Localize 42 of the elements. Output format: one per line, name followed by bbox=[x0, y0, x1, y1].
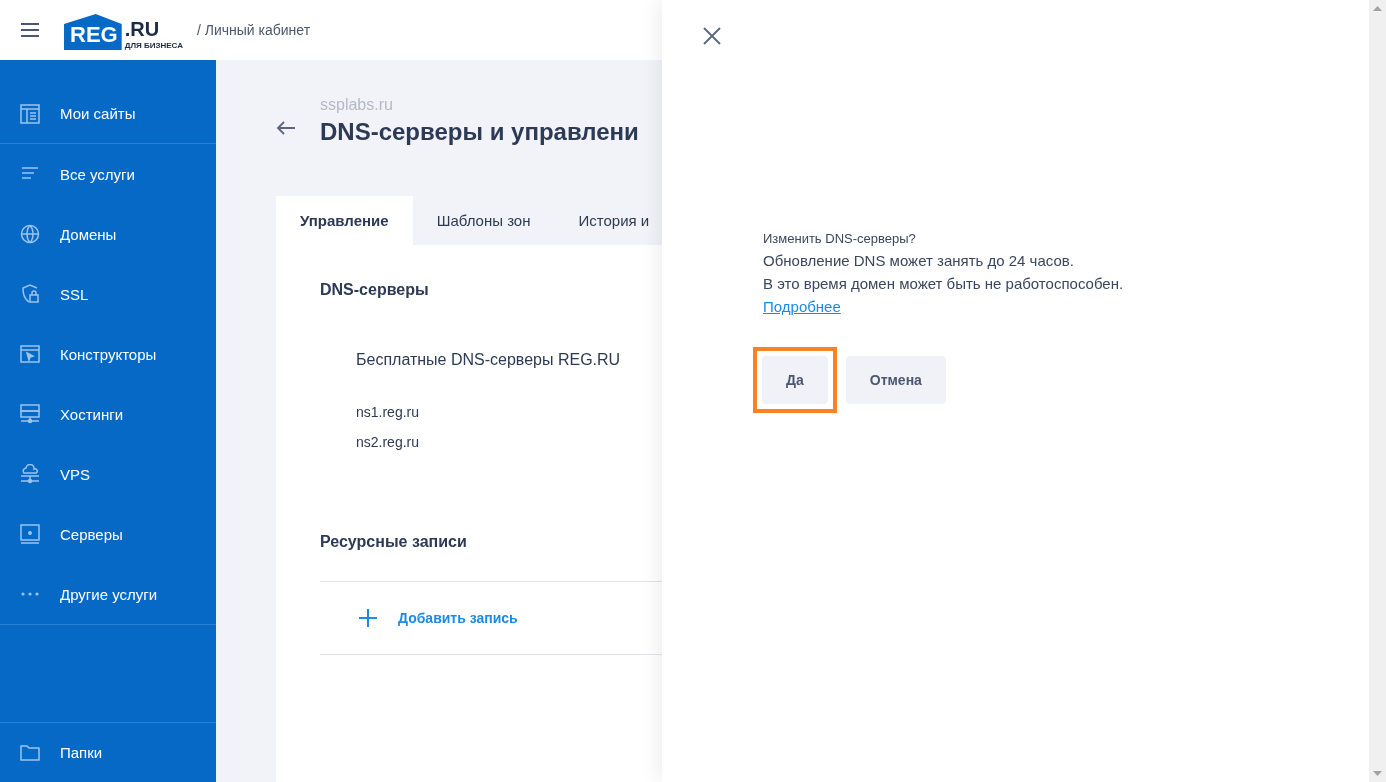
section-heading: Ресурсные записи bbox=[320, 533, 468, 551]
folder-icon bbox=[20, 742, 40, 763]
shield-lock-icon bbox=[20, 284, 40, 304]
more-link[interactable]: Подробнее bbox=[763, 298, 841, 315]
cancel-button[interactable]: Отмена bbox=[845, 356, 946, 404]
section-heading: DNS-серверы bbox=[320, 281, 430, 299]
layout-icon bbox=[20, 103, 40, 124]
close-button[interactable] bbox=[702, 26, 722, 46]
scroll-up-icon[interactable] bbox=[1373, 6, 1382, 11]
globe-icon bbox=[20, 224, 40, 244]
confirm-button[interactable]: Да bbox=[762, 356, 828, 404]
domain-name: ssplabs.ru bbox=[320, 96, 394, 114]
nav-item[interactable]: Конструкторы bbox=[0, 324, 216, 384]
nameserver: ns1.reg.ru bbox=[356, 403, 421, 422]
tab[interactable]: Управление bbox=[276, 196, 413, 245]
window-cursor-icon bbox=[20, 344, 40, 364]
menu-icon[interactable] bbox=[20, 22, 40, 38]
dialog-question: Изменить DNS-серверы? bbox=[763, 231, 917, 246]
monitor-icon bbox=[20, 524, 40, 544]
tab[interactable]: Шаблоны зон bbox=[412, 196, 555, 245]
cloud-server-icon bbox=[20, 464, 40, 484]
scrollbar[interactable] bbox=[1369, 0, 1386, 782]
nav-item[interactable]: Домены bbox=[0, 204, 216, 264]
nav-item[interactable]: Хостинги bbox=[0, 384, 216, 444]
server-stack-icon bbox=[20, 404, 40, 424]
nav-item[interactable]: Серверы bbox=[0, 504, 216, 564]
nameserver: ns2.reg.ru bbox=[356, 433, 421, 452]
dots-icon bbox=[20, 592, 40, 596]
dns-provider: Бесплатные DNS-серверы REG.RU bbox=[356, 351, 622, 369]
plus-icon[interactable] bbox=[358, 608, 378, 628]
scroll-down-icon[interactable] bbox=[1373, 771, 1382, 776]
breadcrumb: / Личный кабинет bbox=[196, 22, 311, 38]
page-title: DNS-серверы и управлени bbox=[320, 118, 639, 146]
nav-item[interactable]: SSL bbox=[0, 264, 216, 324]
nav-item[interactable]: VPS bbox=[0, 444, 216, 504]
dialog-text: Обновление DNS может занять до 24 часов. bbox=[763, 252, 1075, 269]
dialog-text: В это время домен может быть не работоспособен. bbox=[763, 275, 1125, 292]
tab[interactable]: История и bbox=[554, 196, 662, 245]
back-arrow-icon[interactable] bbox=[276, 120, 296, 136]
nav-item[interactable]: Другие услуги bbox=[0, 564, 216, 624]
add-record-link[interactable]: Добавить запись bbox=[398, 610, 518, 626]
nav-item[interactable]: Все услуги bbox=[0, 144, 216, 204]
